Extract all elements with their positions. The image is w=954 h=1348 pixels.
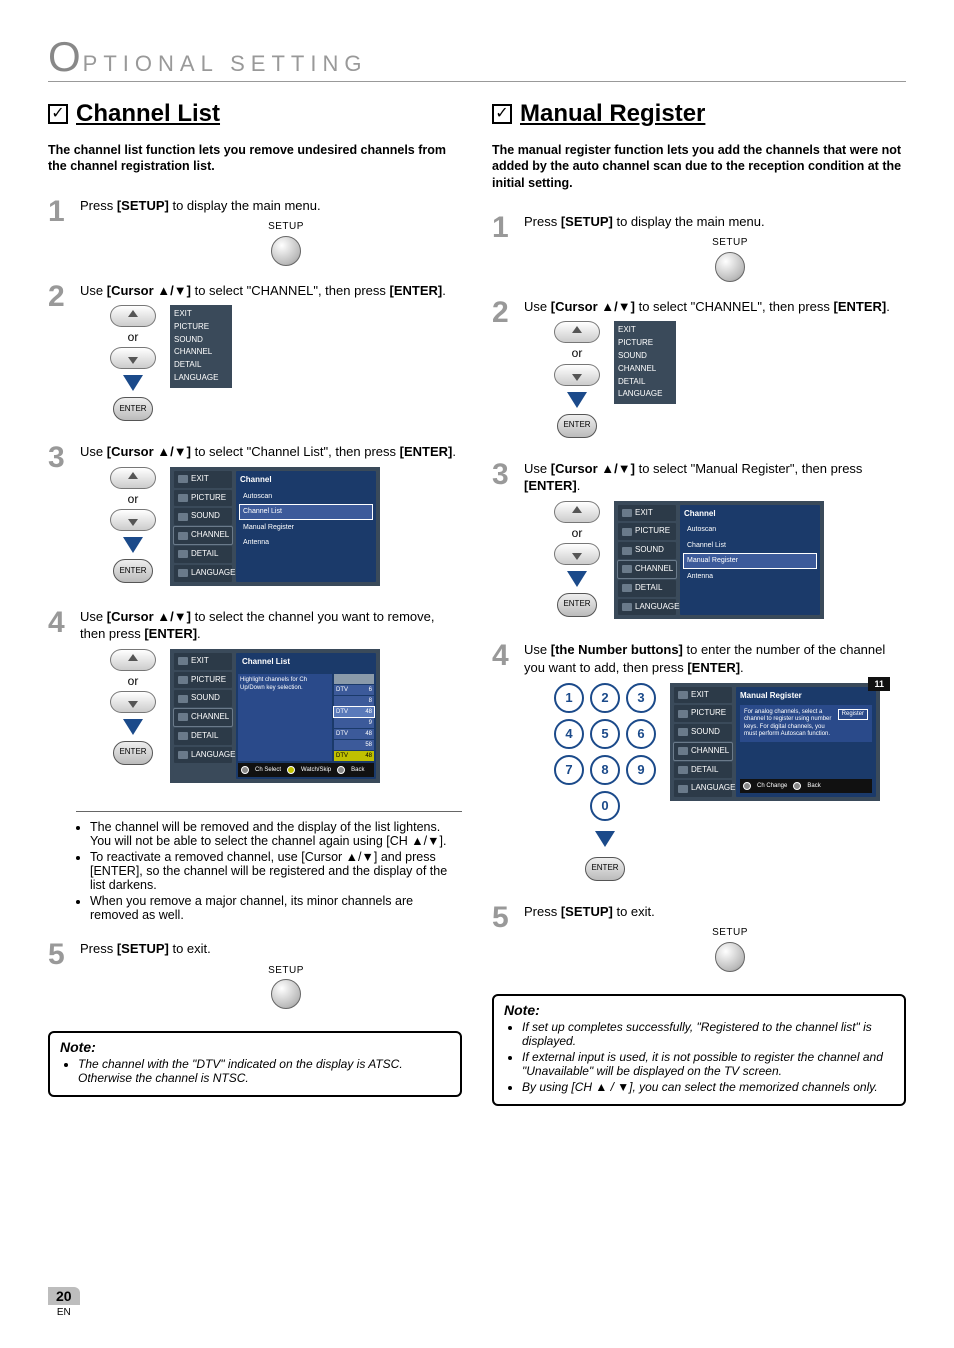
cursor-down-icon — [110, 691, 156, 713]
osd-menu: EXIT PICTURE SOUND CHANNEL DETAIL LANGUA… — [614, 501, 824, 620]
arrow-down-icon — [567, 392, 587, 408]
mr-step-4: 4 Use [the Number buttons] to enter the … — [492, 641, 906, 886]
enter-button-icon: ENTER — [585, 857, 625, 881]
section-title: Manual Register — [520, 100, 705, 128]
mr-step-3: 3 Use [Cursor ▲/▼] to select "Manual Reg… — [492, 460, 906, 626]
setup-button-icon — [271, 979, 301, 1009]
numpad-9: 9 — [626, 755, 656, 785]
header-rest: PTIONAL SETTING — [83, 51, 368, 77]
step-4: 4 Use [Cursor ▲/▼] to select the channel… — [48, 608, 462, 790]
cursor-up-icon — [110, 305, 156, 327]
mr-step-5: 5 Press [SETUP] to exit. SETUP — [492, 903, 906, 972]
step-2: 2 Use [Cursor ▲/▼] to select "CHANNEL", … — [48, 282, 462, 428]
cursor-down-icon — [110, 509, 156, 531]
step-3: 3 Use [Cursor ▲/▼] to select "Channel Li… — [48, 443, 462, 591]
note-box: Note: If set up completes successfully, … — [492, 994, 906, 1106]
checkbox-icon: ✓ — [48, 104, 68, 124]
numpad-7: 7 — [554, 755, 584, 785]
note-box: Note: The channel with the "DTV" indicat… — [48, 1031, 462, 1097]
arrow-down-icon — [123, 719, 143, 735]
osd-channel-list: EXIT PICTURE SOUND CHANNEL DETAIL LANGUA… — [170, 649, 380, 784]
enter-button-icon: ENTER — [557, 414, 597, 438]
badge-number: 11 — [868, 677, 890, 691]
enter-button-icon: ENTER — [113, 397, 153, 421]
arrow-down-icon — [123, 375, 143, 391]
numpad-0: 0 — [590, 791, 620, 821]
setup-label: SETUP — [268, 220, 304, 234]
osd-menu: EXIT PICTURE SOUND CHANNEL DETAIL LANGUA… — [614, 321, 676, 404]
numpad-4: 4 — [554, 719, 584, 749]
numpad-6: 6 — [626, 719, 656, 749]
numpad-5: 5 — [590, 719, 620, 749]
osd-menu: EXIT PICTURE SOUND CHANNEL DETAIL LANGUA… — [170, 467, 380, 586]
numpad-8: 8 — [590, 755, 620, 785]
numpad-2: 2 — [590, 683, 620, 713]
intro-text: The manual register function lets you ad… — [492, 142, 906, 191]
col-channel-list: ✓ Channel List The channel list function… — [48, 100, 462, 1106]
checkbox-icon: ✓ — [492, 104, 512, 124]
cursor-up-icon — [110, 467, 156, 489]
page-number: 20 — [48, 1287, 80, 1305]
setup-button-icon — [715, 942, 745, 972]
arrow-down-icon — [123, 537, 143, 553]
cursor-down-icon — [110, 347, 156, 369]
number-pad: 1 2 3 4 5 6 7 8 9 0 — [554, 683, 656, 821]
osd-manual-register: EXIT PICTURE SOUND CHANNEL DETAIL LANGUA… — [670, 683, 880, 802]
enter-button-icon: ENTER — [113, 741, 153, 765]
section-title: Channel List — [76, 100, 220, 128]
col-manual-register: ✓ Manual Register The manual register fu… — [492, 100, 906, 1106]
cursor-up-icon — [554, 321, 600, 343]
enter-button-icon: ENTER — [113, 559, 153, 583]
cursor-up-icon — [554, 501, 600, 523]
header-initial: O — [48, 40, 81, 74]
page-lang: EN — [57, 1307, 71, 1318]
setup-button-icon — [271, 236, 301, 266]
intro-text: The channel list function lets you remov… — [48, 142, 462, 175]
step-1: 1 Press [SETUP] to display the main menu… — [48, 197, 462, 266]
mr-step-2: 2 Use [Cursor ▲/▼] to select "CHANNEL", … — [492, 298, 906, 444]
cursor-up-icon — [110, 649, 156, 671]
arrow-down-icon — [567, 571, 587, 587]
page-header: O PTIONAL SETTING — [48, 40, 906, 82]
enter-button-icon: ENTER — [557, 593, 597, 617]
osd-menu: EXIT PICTURE SOUND CHANNEL DETAIL LANGUA… — [170, 305, 232, 388]
numpad-3: 3 — [626, 683, 656, 713]
numpad-1: 1 — [554, 683, 584, 713]
step-5: 5 Press [SETUP] to exit. SETUP — [48, 940, 462, 1009]
info-bullets: The channel will be removed and the disp… — [76, 811, 462, 924]
setup-button-icon — [715, 252, 745, 282]
page-footer: 20 EN — [48, 1287, 80, 1318]
mr-step-1: 1 Press [SETUP] to display the main menu… — [492, 213, 906, 282]
arrow-down-icon — [595, 831, 615, 847]
register-button: Register — [838, 709, 868, 720]
cursor-down-icon — [554, 364, 600, 386]
cursor-down-icon — [554, 543, 600, 565]
